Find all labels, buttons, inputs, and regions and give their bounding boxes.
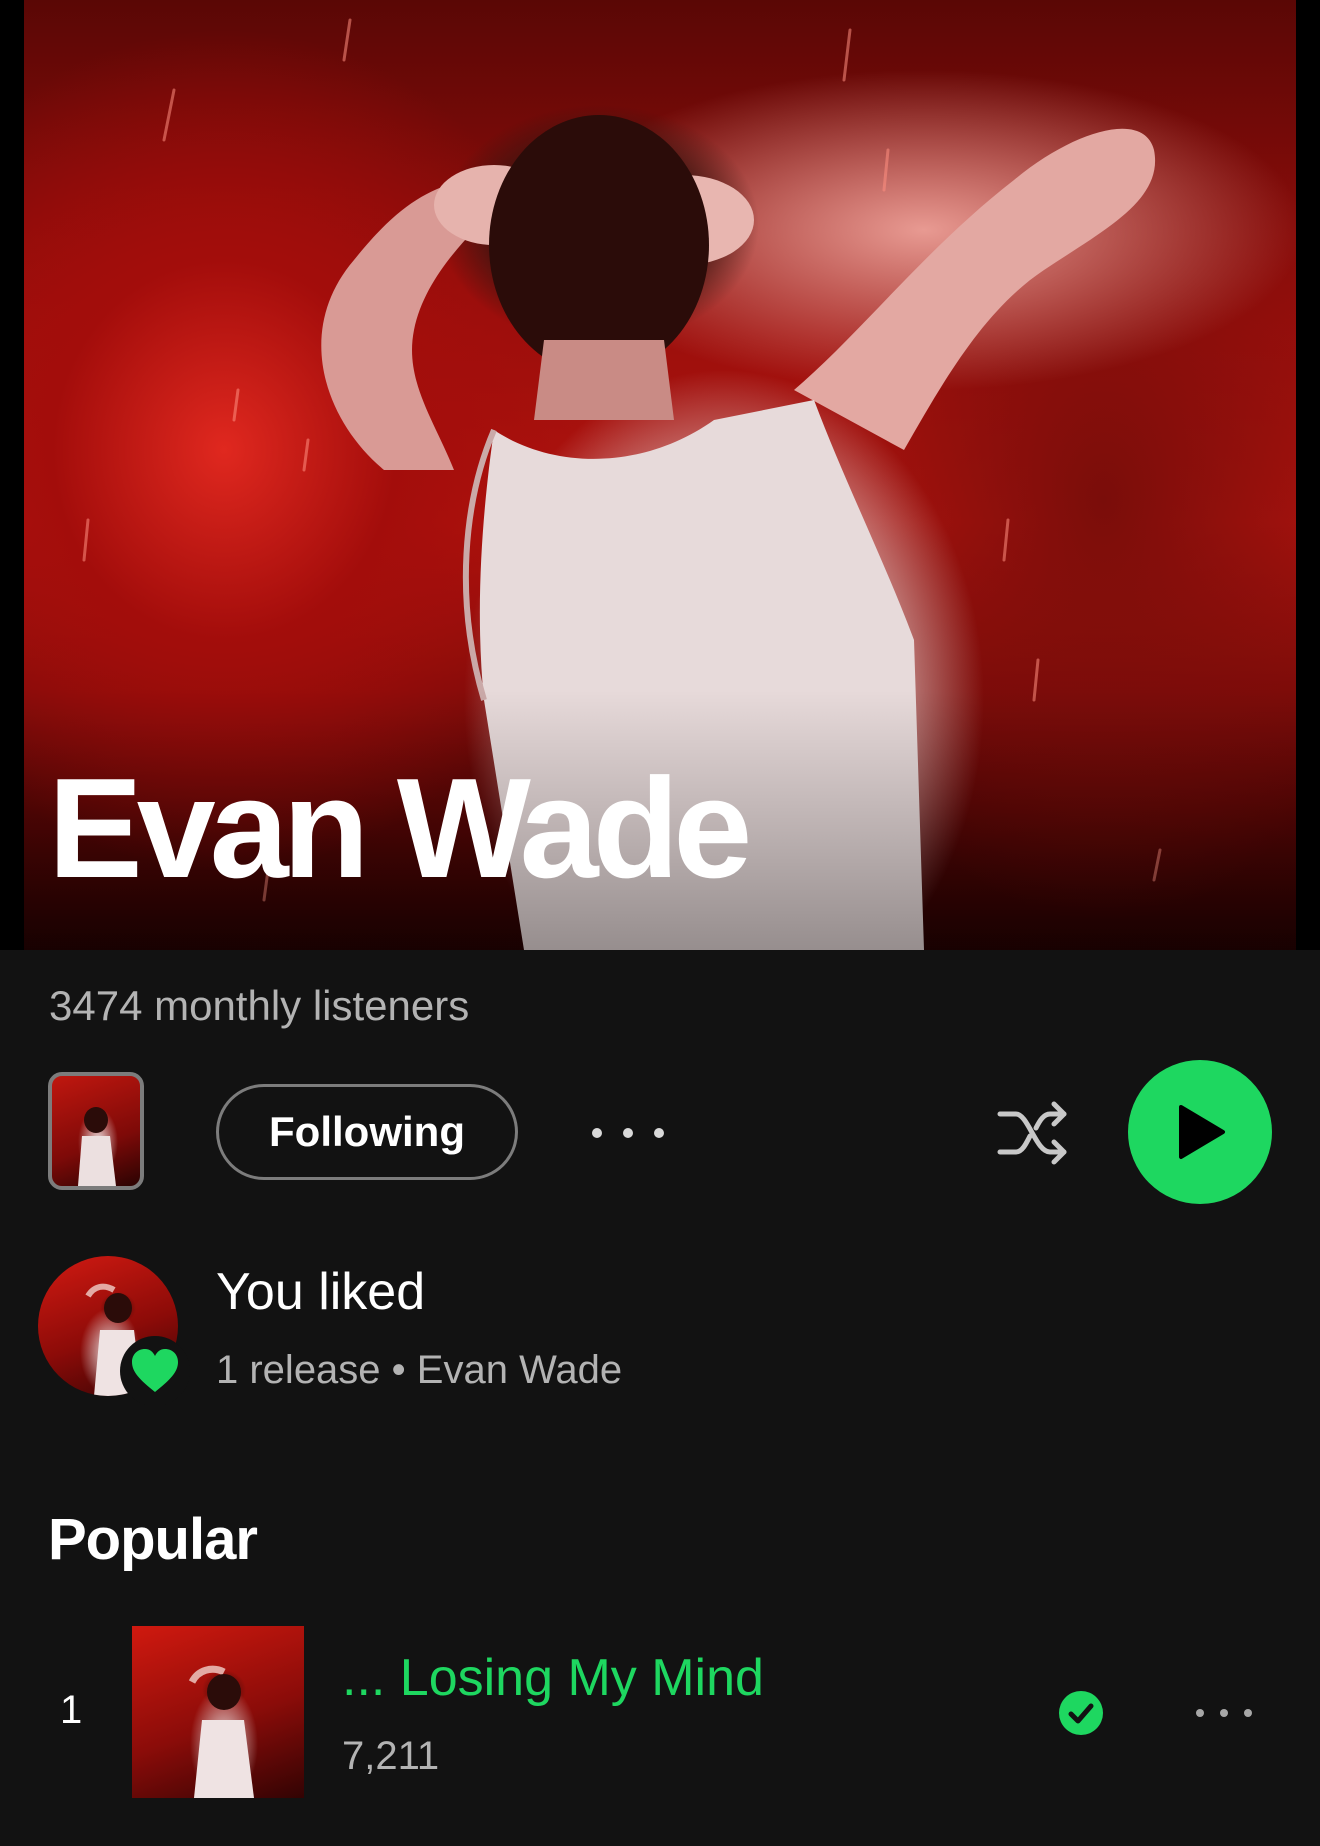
heart-icon (132, 1349, 178, 1392)
play-button[interactable] (1128, 1060, 1272, 1204)
liked-section-title[interactable]: You liked (216, 1262, 425, 1322)
thumbnail-figure (78, 1107, 116, 1186)
artist-page: Evan Wade 3474 monthly listeners Followi… (0, 0, 1320, 1846)
artist-preview-thumbnail[interactable] (48, 1072, 144, 1190)
artist-name: Evan Wade (48, 749, 752, 908)
monthly-listeners: 3474 monthly listeners (49, 982, 470, 1029)
track-play-count: 7,211 (342, 1734, 440, 1778)
track-number: 1 (60, 1688, 83, 1732)
check-circle-icon (1058, 1690, 1104, 1736)
shuffle-icon (997, 1101, 1067, 1165)
liked-heart-badge (120, 1336, 190, 1406)
more-horizontal-icon (592, 1128, 602, 1138)
track-title: ... Losing My Mind (342, 1649, 764, 1707)
popular-section-title: Popular (48, 1507, 258, 1572)
following-button[interactable]: Following (216, 1084, 518, 1180)
play-icon (1179, 1105, 1225, 1159)
track-cover-art (132, 1626, 304, 1798)
artist-hero: Evan Wade (0, 0, 1320, 950)
track-cover-figure (188, 1665, 254, 1798)
shuffle-button[interactable] (996, 1098, 1072, 1168)
track-more-button[interactable] (1196, 1700, 1252, 1726)
more-horizontal-icon (1196, 1709, 1204, 1717)
liked-section-subtitle: 1 release • Evan Wade (216, 1348, 623, 1392)
more-options-button[interactable] (592, 1110, 664, 1156)
